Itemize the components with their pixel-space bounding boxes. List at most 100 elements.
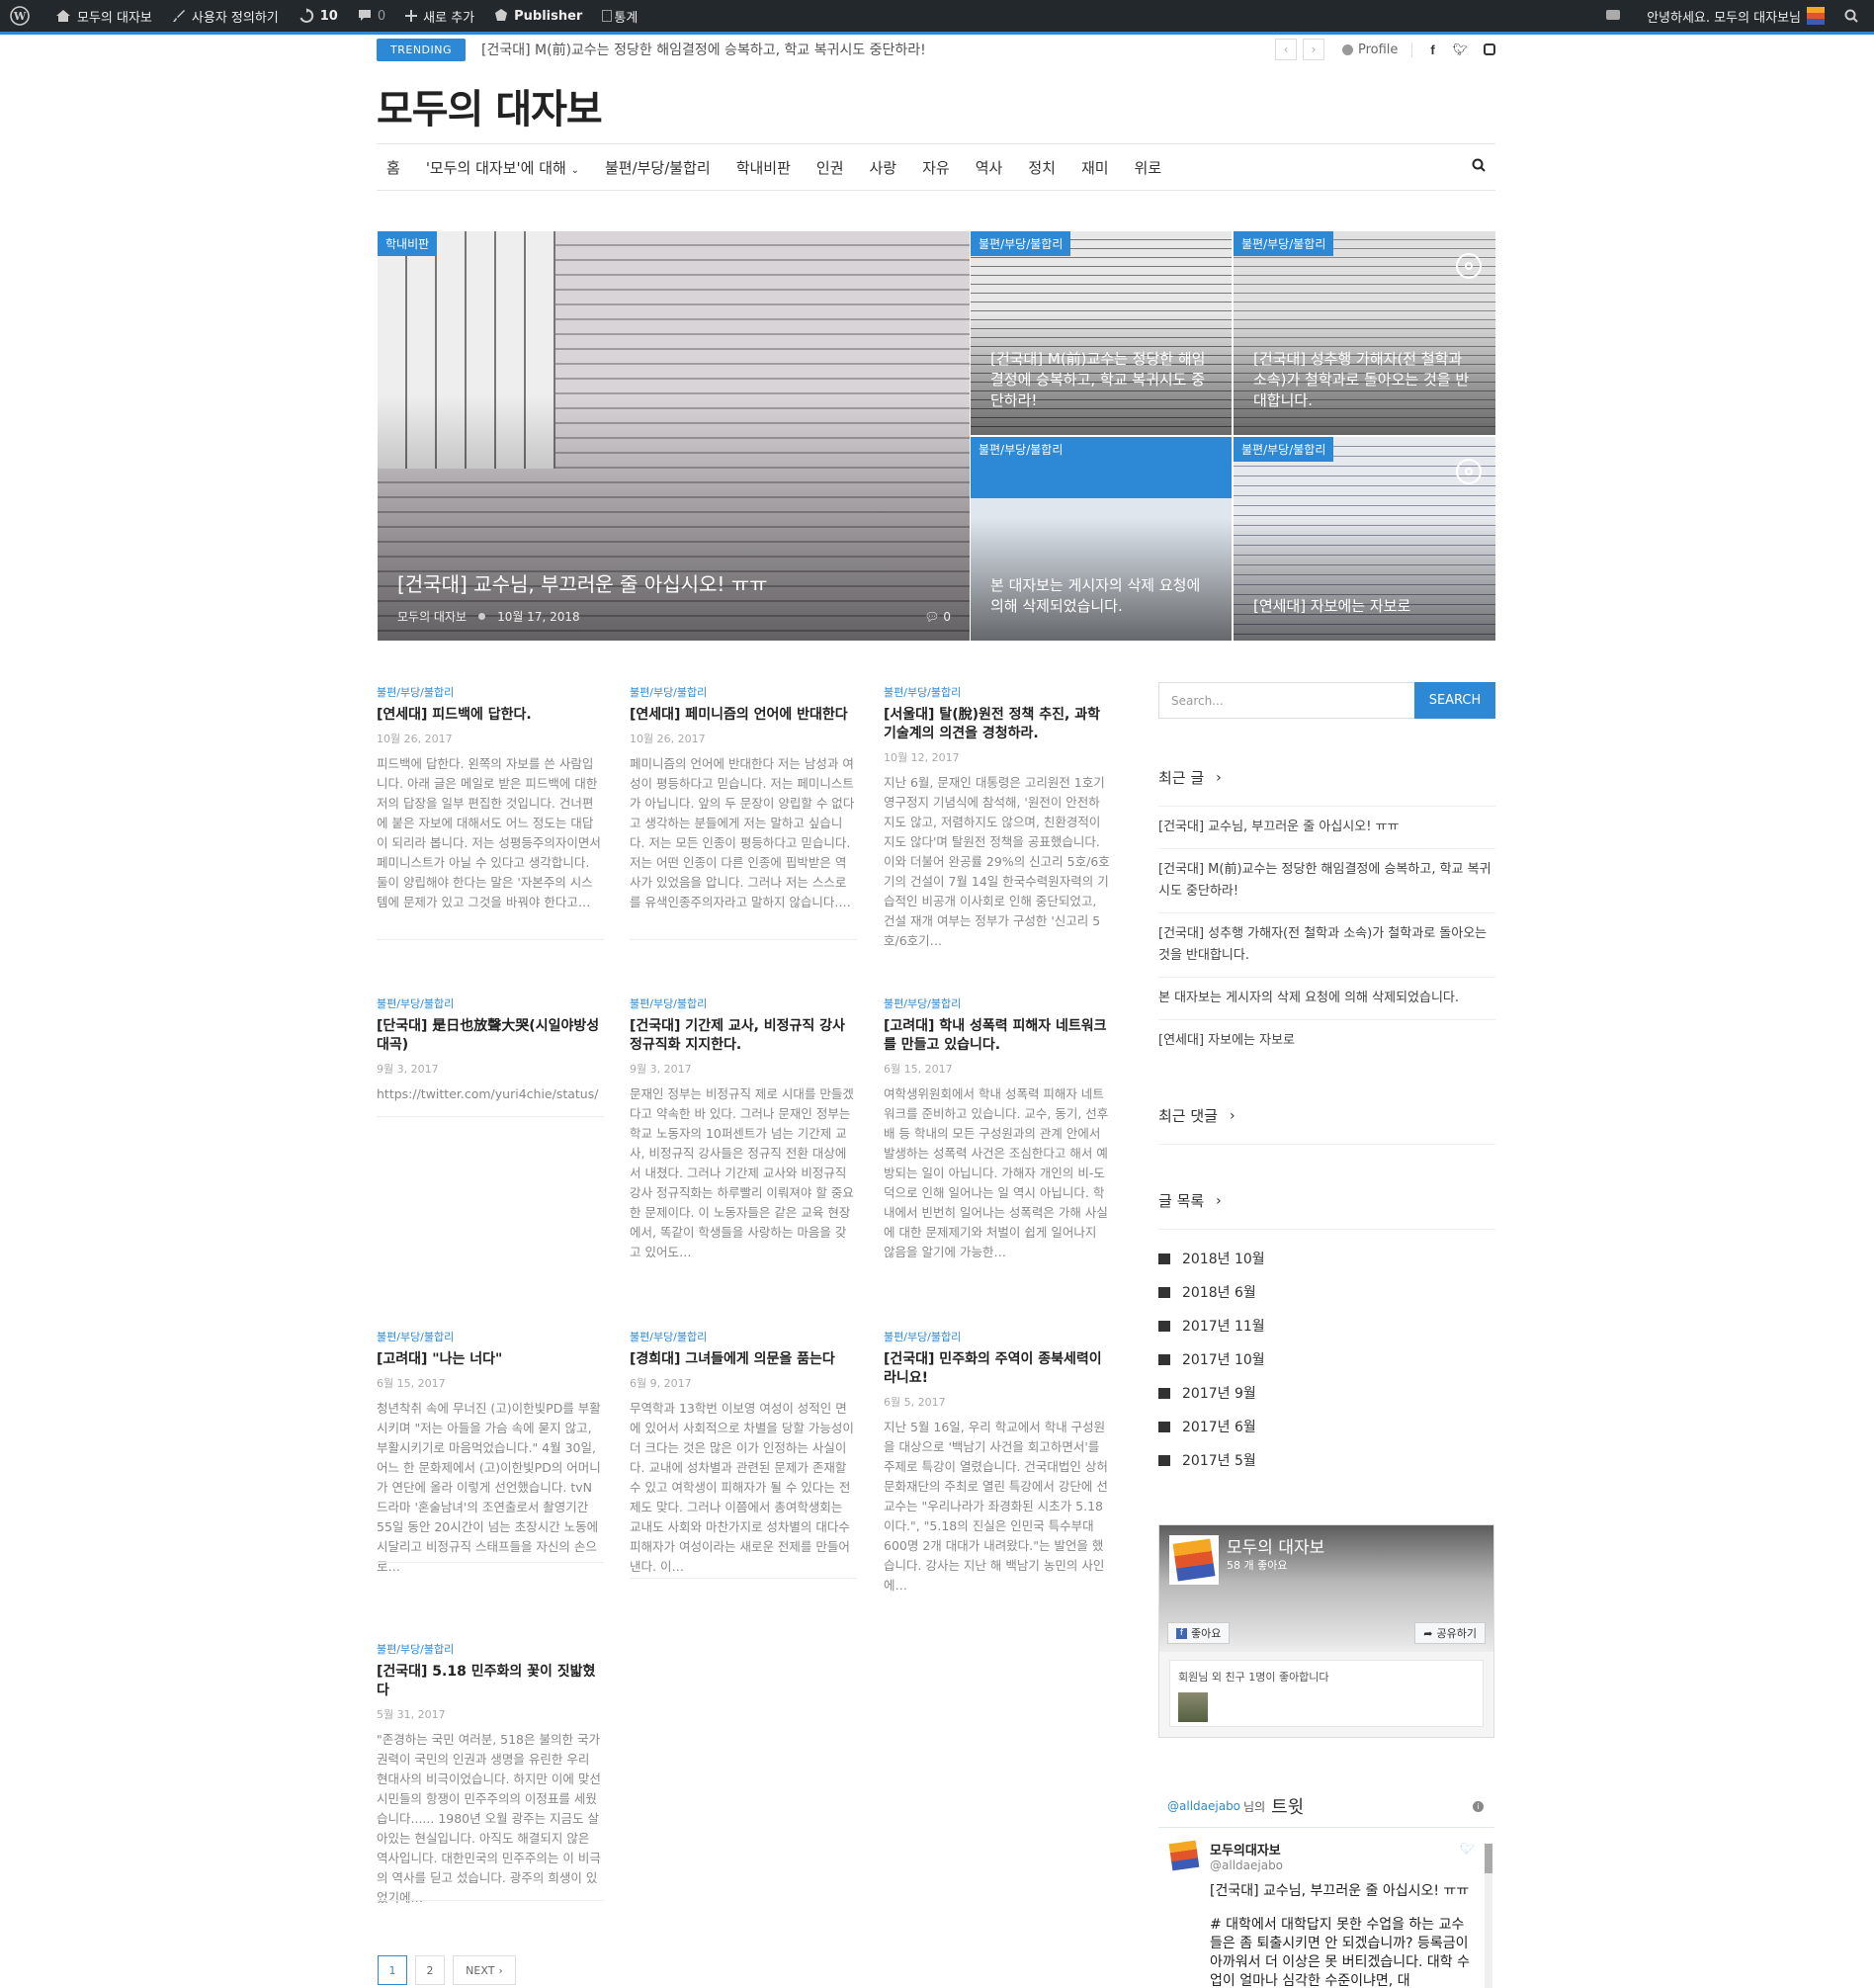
page-logo[interactable] xyxy=(1169,1535,1219,1585)
post-category[interactable]: 불편/부당/불합리 xyxy=(884,995,1111,1011)
archive-link[interactable]: 2017년 11월 xyxy=(1158,1309,1495,1342)
post-category[interactable]: 불편/부당/불합리 xyxy=(377,1329,604,1344)
prev-arrow-icon[interactable]: ‹ xyxy=(1275,39,1297,60)
nav-item-unfair[interactable]: 불편/부당/불합리 xyxy=(592,157,724,178)
admin-account-link[interactable]: 안녕하세요. 모두의 대자보님 xyxy=(1637,0,1834,32)
nav-item-freedom[interactable]: 자유 xyxy=(909,157,963,178)
featured-tile-3[interactable]: 불편/부당/불합리 본 대자보는 게시자의 삭제 요청에 의해 삭제되었습니다. xyxy=(971,437,1232,641)
sidebar-search-button[interactable]: SEARCH xyxy=(1414,682,1495,719)
post-title[interactable]: [연세대] 피드백에 답한다. xyxy=(377,706,604,725)
friend-avatar[interactable] xyxy=(1178,1692,1208,1722)
nav-item-about[interactable]: '모두의 대자보'에 대해 ⌄ xyxy=(413,157,592,178)
tile-title[interactable]: [연세대] 자보에는 자보로 xyxy=(1253,596,1480,617)
post-title[interactable]: [단국대] 是日也放聲大哭(시일야방성대곡) xyxy=(377,1017,604,1055)
nav-item-history[interactable]: 역사 xyxy=(963,157,1016,178)
nav-item-love[interactable]: 사랑 xyxy=(857,157,910,178)
admin-customize-link[interactable]: 사용자 정의하기 xyxy=(162,0,289,32)
next-page-button[interactable]: NEXT › xyxy=(453,1955,516,1985)
archive-link[interactable]: 2018년 6월 xyxy=(1158,1275,1495,1309)
nav-item-human-rights[interactable]: 인권 xyxy=(804,157,857,178)
post-category[interactable]: 불편/부당/불합리 xyxy=(377,995,604,1011)
tile-category[interactable]: 불편/부당/불합리 xyxy=(971,231,1071,256)
post-excerpt[interactable]: https://twitter.com/yuri4chie/status/901… xyxy=(377,1084,604,1104)
camera-icon xyxy=(1456,253,1482,279)
post-title[interactable]: [고려대] "나는 너다" xyxy=(377,1350,604,1369)
featured-tile-4[interactable]: 불편/부당/불합리 [연세대] 자보에는 자보로 xyxy=(1234,437,1495,641)
scrollbar[interactable] xyxy=(1485,1844,1492,1988)
page-2-button[interactable]: 2 xyxy=(415,1955,445,1985)
nav-search-icon[interactable] xyxy=(1472,158,1486,176)
instagram-icon[interactable] xyxy=(1484,43,1495,55)
tweet-username[interactable]: @alldaejabo xyxy=(1210,1858,1494,1872)
admin-new-link[interactable]: 새로 추가 xyxy=(395,0,484,32)
featured-tile-2[interactable]: 불편/부당/불합리 [건국대] 성추행 가해자(전 철학과 소속)가 철학과로 … xyxy=(1234,231,1495,435)
recent-post-link[interactable]: 본 대자보는 게시자의 삭제 요청에 의해 삭제되었습니다. xyxy=(1158,978,1495,1020)
tweet-author[interactable]: 모두의대자보 xyxy=(1210,1840,1494,1858)
recent-post-link[interactable]: [건국대] 교수님, 부끄러운 줄 아십시오! ㅠㅠ xyxy=(1158,807,1495,849)
tile-title[interactable]: [건국대] 성추행 가해자(전 철학과 소속)가 철학과로 돌아오는 것을 반대… xyxy=(1253,349,1480,411)
twitter-icon[interactable]: 🐦︎ xyxy=(1453,43,1468,56)
post-category[interactable]: 불편/부당/불합리 xyxy=(630,684,857,700)
tweet-avatar[interactable] xyxy=(1168,1840,1200,1871)
post-title[interactable]: [건국대] 민주화의 주역이 종북세력이라니요! xyxy=(884,1350,1111,1388)
page-1-button[interactable]: 1 xyxy=(378,1955,407,1985)
post-category[interactable]: 불편/부당/불합리 xyxy=(630,995,857,1011)
post-title[interactable]: [연세대] 페미니즘의 언어에 반대한다 xyxy=(630,706,857,725)
fb-share-button[interactable]: ➦ 공유하기 xyxy=(1414,1622,1486,1644)
site-title[interactable]: 모두의 대자보 xyxy=(377,77,1495,134)
post-title[interactable]: [고려대] 학내 성폭력 피해자 네트워크를 만들고 있습니다. xyxy=(884,1017,1111,1055)
admin-site-link[interactable]: 모두의 대자보 xyxy=(45,0,162,32)
post-title[interactable]: [건국대] 기간제 교사, 비정규직 강사 정규직화 지지한다. xyxy=(630,1017,857,1055)
post-category[interactable]: 불편/부당/불합리 xyxy=(630,1329,857,1344)
tile-category[interactable]: 불편/부당/불합리 xyxy=(971,437,1071,462)
nav-item-comfort[interactable]: 위로 xyxy=(1122,157,1175,178)
tile-title[interactable]: 본 대자보는 게시자의 삭제 요청에 의해 삭제되었습니다. xyxy=(990,575,1216,617)
tile-title[interactable]: [건국대] M(前)교수는 정당한 해임결정에 승복하고, 학교 복귀시도 중단… xyxy=(990,349,1216,411)
post-category[interactable]: 불편/부당/불합리 xyxy=(377,1641,604,1657)
post-category[interactable]: 불편/부당/불합리 xyxy=(884,1329,1111,1344)
archive-link[interactable]: 2017년 5월 xyxy=(1158,1443,1495,1477)
admin-search-icon[interactable] xyxy=(1834,0,1874,32)
post-title[interactable]: [경희대] 그녀들에게 의문을 품는다 xyxy=(630,1350,857,1369)
post-date: 10월 26, 2017 xyxy=(630,733,706,745)
post-title[interactable]: [건국대] 5.18 민주화의 꽃이 짓밟혔다 xyxy=(377,1663,604,1700)
fb-like-button[interactable]: f 좋아요 xyxy=(1167,1622,1231,1644)
nav-item-fun[interactable]: 재미 xyxy=(1068,157,1122,178)
nav-item-politics[interactable]: 정치 xyxy=(1015,157,1068,178)
archive-link[interactable]: 2017년 6월 xyxy=(1158,1410,1495,1443)
featured-main[interactable]: 학내비판 [건국대] 교수님, 부끄러운 줄 아십시오! ㅠㅠ 모두의 대자보 … xyxy=(378,231,970,641)
facebook-icon[interactable]: f xyxy=(1430,43,1434,57)
archive-link[interactable]: 2018년 10월 xyxy=(1158,1242,1495,1275)
nav-item-campus-critique[interactable]: 학내비판 xyxy=(724,157,804,178)
trending-headline[interactable]: [건국대] M(前)교수는 정당한 해임결정에 승복하고, 학교 복귀시도 중단… xyxy=(481,40,926,59)
tile-category[interactable]: 불편/부당/불합리 xyxy=(1234,231,1334,256)
info-icon[interactable]: i xyxy=(1473,1800,1484,1812)
next-arrow-icon[interactable]: › xyxy=(1303,39,1324,60)
featured-tile-1[interactable]: 불편/부당/불합리 [건국대] M(前)교수는 정당한 해임결정에 승복하고, … xyxy=(971,231,1232,435)
archive-link[interactable]: 2017년 10월 xyxy=(1158,1342,1495,1376)
recent-post-link[interactable]: [연세대] 자보에는 자보로 xyxy=(1158,1020,1495,1062)
recent-post-link[interactable]: [건국대] 성추행 가해자(전 철학과 소속)가 철학과로 돌아오는 것을 반대… xyxy=(1158,913,1495,978)
wordpress-logo-icon[interactable]: W xyxy=(0,0,45,32)
profile-link[interactable]: Profile xyxy=(1342,42,1413,57)
admin-notification[interactable] xyxy=(1595,0,1637,32)
featured-title[interactable]: [건국대] 교수님, 부끄러운 줄 아십시오! ㅠㅠ xyxy=(397,568,768,597)
admin-updates-link[interactable]: 10 xyxy=(289,0,348,32)
admin-stats-link[interactable]: 통계 xyxy=(592,0,647,32)
post-title[interactable]: [서울대] 탈(脫)원전 정책 추진, 과학기술계의 의견을 경청하라. xyxy=(884,706,1111,743)
tile-category[interactable]: 불편/부당/불합리 xyxy=(1234,437,1334,462)
post-category[interactable]: 불편/부당/불합리 xyxy=(884,684,1111,700)
post-category[interactable]: 불편/부당/불합리 xyxy=(377,684,604,700)
recent-post-link[interactable]: [건국대] M(前)교수는 정당한 해임결정에 승복하고, 학교 복귀시도 중단… xyxy=(1158,849,1495,913)
page-name[interactable]: 모두의 대자보 xyxy=(1227,1533,1324,1558)
admin-comments-link[interactable]: 0 xyxy=(348,0,395,32)
archive-link[interactable]: 2017년 9월 xyxy=(1158,1376,1495,1410)
widget-title: 글 목록 › xyxy=(1158,1190,1495,1230)
admin-publisher-link[interactable]: Publisher xyxy=(484,0,592,32)
twitter-timeline[interactable]: 모두의대자보 @alldaejabo [건국대] 교수님, 부끄러운 줄 아십시… xyxy=(1158,1827,1494,1988)
sidebar-search-input[interactable]: Search... xyxy=(1158,682,1415,719)
nav-item-home[interactable]: 홈 xyxy=(377,157,413,178)
publisher-icon xyxy=(495,9,508,21)
post-card: 불편/부당/불합리 [연세대] 페미니즘의 언어에 반대한다 10월 26, 2… xyxy=(630,684,857,940)
featured-category[interactable]: 학내비판 xyxy=(378,231,438,256)
